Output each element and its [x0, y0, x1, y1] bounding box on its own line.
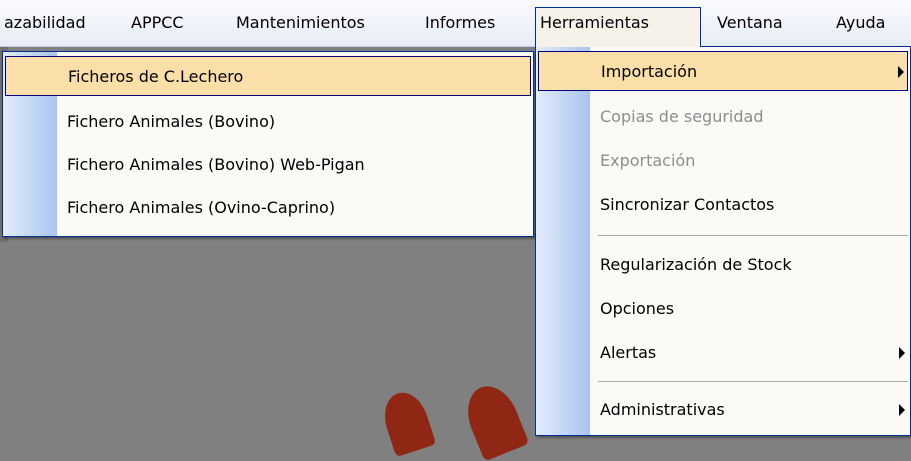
- menu-item-alertas[interactable]: Alertas: [538, 333, 908, 373]
- menubar-mantenimientos[interactable]: Mantenimientos: [232, 8, 369, 38]
- menu-separator: [598, 235, 908, 236]
- menu-item-label: Ficheros de C.Lechero: [68, 67, 244, 86]
- menubar-informes[interactable]: Informes: [421, 8, 499, 38]
- menubar-herramientas[interactable]: Herramientas: [535, 7, 701, 47]
- menu-item-administrativas[interactable]: Administrativas: [538, 390, 908, 430]
- menubar-appcc[interactable]: APPCC: [127, 8, 188, 38]
- menu-item-label: Exportación: [600, 151, 696, 170]
- menu-item-opciones[interactable]: Opciones: [538, 289, 908, 329]
- submenu-arrow-icon: [899, 347, 905, 359]
- menu-item-importacion[interactable]: Importación: [538, 51, 908, 91]
- submenu-arrow-icon: [899, 404, 905, 416]
- menu-item-ficheros-c-lechero[interactable]: Ficheros de C.Lechero: [5, 56, 531, 96]
- menu-separator: [598, 381, 908, 382]
- menubar-ayuda[interactable]: Ayuda: [832, 8, 889, 38]
- menu-item-label: Fichero Animales (Bovino) Web-Pigan: [67, 155, 365, 174]
- menu-item-copias-de-seguridad: Copias de seguridad: [538, 97, 908, 137]
- menu-herramientas: Importación Copias de seguridad Exportac…: [535, 46, 911, 436]
- menu-item-sincronizar-contactos[interactable]: Sincronizar Contactos: [538, 185, 908, 225]
- menu-item-fichero-animales-bovino-web-pigan[interactable]: Fichero Animales (Bovino) Web-Pigan: [5, 145, 531, 185]
- menu-item-label: Fichero Animales (Ovino-Caprino): [67, 198, 336, 217]
- menu-item-label: Regularización de Stock: [600, 255, 792, 274]
- submenu-importacion: Ficheros de C.Lechero Fichero Animales (…: [2, 51, 534, 237]
- menu-item-fichero-animales-bovino[interactable]: Fichero Animales (Bovino): [5, 102, 531, 142]
- menubar-trazabilidad[interactable]: azabilidad: [0, 8, 90, 38]
- menubar-ventana[interactable]: Ventana: [713, 8, 787, 38]
- menu-item-label: Sincronizar Contactos: [600, 195, 775, 214]
- menu-item-label: Importación: [601, 62, 698, 81]
- menu-item-label: Copias de seguridad: [600, 107, 764, 126]
- menu-item-label: Alertas: [600, 343, 657, 362]
- menu-item-fichero-animales-ovino-caprino[interactable]: Fichero Animales (Ovino-Caprino): [5, 188, 531, 228]
- menu-item-label: Opciones: [600, 299, 675, 318]
- menu-item-label: Fichero Animales (Bovino): [67, 112, 276, 131]
- submenu-arrow-icon: [898, 66, 904, 78]
- menu-item-exportacion: Exportación: [538, 141, 908, 181]
- menubar: azabilidad APPCC Mantenimientos Informes…: [0, 0, 911, 47]
- menu-item-label: Administrativas: [600, 400, 725, 419]
- menu-item-regularizacion-de-stock[interactable]: Regularización de Stock: [538, 245, 908, 285]
